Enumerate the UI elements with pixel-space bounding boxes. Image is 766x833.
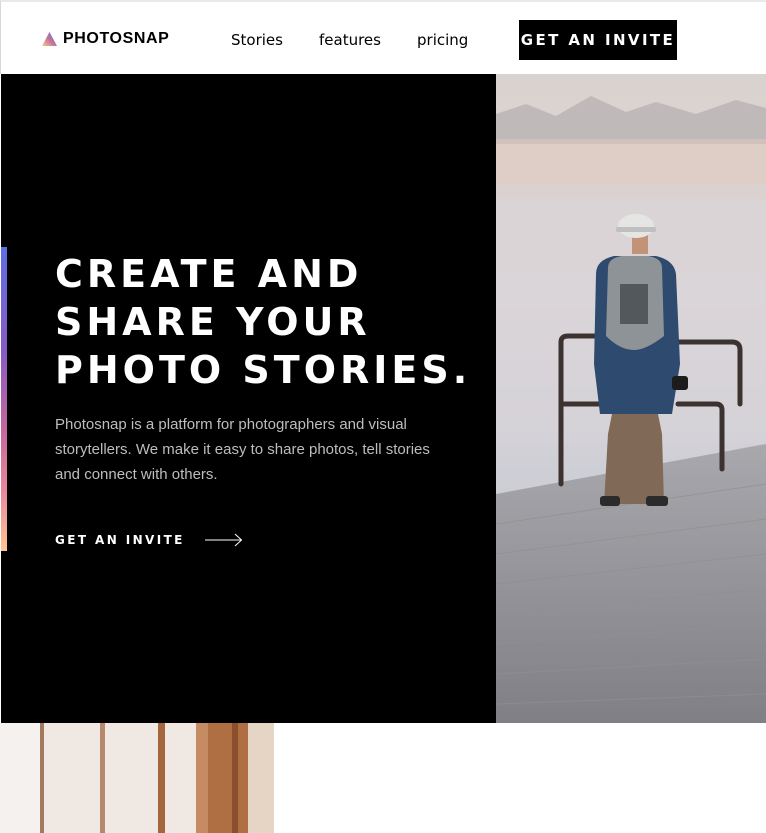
nav-link-pricing[interactable]: pricing	[417, 30, 468, 50]
brand-name: PHOTOSNAP	[63, 30, 170, 47]
hero-panel: CREATE AND SHARE YOUR PHOTO STORIES. Pho…	[1, 74, 496, 723]
hero-title-line: CREATE AND	[55, 252, 363, 296]
arrow-right-icon	[204, 533, 243, 547]
hero-description: Photosnap is a platform for photographer…	[55, 416, 430, 483]
get-invite-button[interactable]: GET AN INVITE	[519, 20, 677, 60]
wooden-posts-illustration	[0, 723, 274, 833]
nav-link-features[interactable]: features	[319, 30, 381, 50]
gradient-accent-bar	[1, 247, 7, 551]
hero-title: CREATE AND SHARE YOUR PHOTO STORIES.	[55, 250, 475, 394]
hero-photo	[496, 74, 766, 723]
pier-photo-illustration	[496, 74, 766, 723]
hero-invite-label: GET AN INVITE	[55, 533, 185, 547]
top-navigation: PHOTOSNAP Stories features pricing GET A…	[0, 0, 766, 74]
nav-link-stories[interactable]: Stories	[231, 30, 283, 50]
hero-invite-link[interactable]: GET AN INVITE	[55, 533, 243, 547]
stories-section-text-area	[274, 723, 766, 833]
brand-logo[interactable]: PHOTOSNAP	[42, 30, 169, 48]
hero-title-line: PHOTO STORIES.	[55, 348, 472, 392]
hero-title-line: SHARE YOUR	[55, 300, 371, 344]
triangle-logo-icon	[42, 32, 57, 46]
stories-section-photo	[0, 723, 274, 833]
